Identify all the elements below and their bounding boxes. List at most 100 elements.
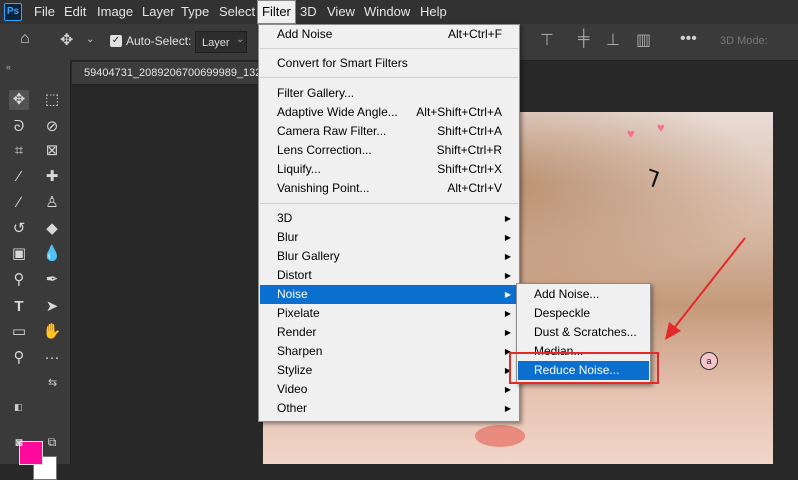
menu-item-sharpen[interactable]: Sharpen ▶: [260, 342, 518, 361]
quick-select-tool-icon[interactable]: ⊘: [42, 117, 62, 137]
shortcut-label: Shift+Ctrl+R: [436, 143, 502, 157]
distribute-icon[interactable]: ▥: [636, 30, 651, 50]
submenu-arrow-icon: ▶: [504, 404, 511, 413]
auto-select-label: Auto-Select:: [126, 34, 192, 48]
menu-window[interactable]: Window: [360, 0, 414, 24]
menu-item-stylize[interactable]: Stylize ▶: [260, 361, 518, 380]
submenu-arrow-icon: ▶: [504, 309, 511, 318]
swap-colors-icon[interactable]: ⇆: [48, 376, 57, 389]
lasso-tool-icon[interactable]: ᘐ: [9, 117, 29, 137]
align-middle-icon[interactable]: ╪: [578, 30, 589, 48]
shortcut-label: Alt+Ctrl+V: [447, 181, 502, 195]
screen-mode-icon[interactable]: ⧉: [42, 432, 62, 452]
menu-item-label: Liquify...: [277, 162, 321, 176]
submenu-arrow-icon: ▶: [504, 252, 511, 261]
submenu-arrow-icon: ▶: [504, 328, 511, 337]
menu-item-3d[interactable]: 3D ▶: [260, 209, 518, 228]
menu-item-label: Dust & Scratches...: [534, 325, 637, 339]
submenu-arrow-icon: ▶: [504, 290, 511, 299]
pen-tool-icon[interactable]: ✒: [42, 270, 62, 290]
auto-select-checkbox[interactable]: ✓: [110, 35, 122, 47]
annotation-arrow-icon: [665, 237, 746, 340]
menu-item-lens-correction[interactable]: Lens Correction... Shift+Ctrl+R: [260, 141, 518, 160]
menu-file[interactable]: File: [30, 0, 59, 24]
menu-item-liquify[interactable]: Liquify... Shift+Ctrl+X: [260, 160, 518, 179]
zoom-tool-icon[interactable]: ⚲: [9, 348, 29, 368]
type-tool-icon[interactable]: T: [9, 297, 29, 317]
gradient-tool-icon[interactable]: ▣: [9, 244, 29, 264]
menu-item-pixelate[interactable]: Pixelate ▶: [260, 304, 518, 323]
menu-select[interactable]: Select: [215, 0, 259, 24]
collapse-panel-icon[interactable]: «: [6, 62, 11, 72]
align-bottom-icon[interactable]: ⊥: [606, 30, 620, 50]
menu-image[interactable]: Image: [93, 0, 137, 24]
history-brush-tool-icon[interactable]: ↺: [9, 219, 29, 239]
menu-item-blur[interactable]: Blur ▶: [260, 228, 518, 247]
menu-item-despeckle[interactable]: Despeckle: [518, 304, 649, 323]
menu-item-vanishing-point[interactable]: Vanishing Point... Alt+Ctrl+V: [260, 179, 518, 198]
shortcut-label: Alt+Ctrl+F: [447, 27, 502, 41]
tools-panel: « ✥ ⬚ ᘐ ⊘ ⌗ ⊠ ⁄ ✚ ∕ ♙ ↺ ◆ ▣ 💧 ⚲ ✒ T ➤ ▭ …: [0, 60, 71, 480]
menu-item-label: Render: [277, 325, 317, 339]
menu-item-label: Convert for Smart Filters: [277, 56, 408, 70]
path-selection-tool-icon[interactable]: ➤: [42, 297, 62, 317]
menu-item-adaptive-wide-angle[interactable]: Adaptive Wide Angle... Alt+Shift+Ctrl+A: [260, 103, 518, 122]
healing-brush-tool-icon[interactable]: ✚: [42, 167, 62, 187]
menu-item-camera-raw-filter[interactable]: Camera Raw Filter... Shift+Ctrl+A: [260, 122, 518, 141]
dodge-tool-icon[interactable]: ⚲: [9, 270, 29, 290]
menu-help[interactable]: Help: [416, 0, 451, 24]
menu-item-label: Add Noise: [277, 27, 333, 41]
chevron-down-icon[interactable]: ⌄: [86, 34, 94, 45]
annotation-highlight-box: [509, 352, 659, 384]
default-colors-icon[interactable]: ◧: [14, 402, 23, 413]
rectangle-tool-icon[interactable]: ▭: [9, 322, 29, 342]
menu-3d[interactable]: 3D: [296, 0, 321, 24]
menu-layer[interactable]: Layer: [138, 0, 179, 24]
home-icon[interactable]: ⌂: [20, 30, 30, 48]
3d-mode-label: 3D Mode:: [720, 35, 768, 47]
menu-item-dust-scratches[interactable]: Dust & Scratches...: [518, 323, 649, 342]
menu-separator: [260, 77, 518, 78]
more-options-icon[interactable]: •••: [680, 30, 697, 48]
menu-view[interactable]: View: [323, 0, 359, 24]
menu-item-convert-smart-filters[interactable]: Convert for Smart Filters: [260, 54, 518, 73]
marquee-tool-icon[interactable]: ⬚: [42, 90, 62, 110]
menu-item-video[interactable]: Video ▶: [260, 380, 518, 399]
menu-item-label: Other: [277, 401, 308, 415]
move-tool-icon[interactable]: ✥: [60, 30, 73, 50]
more-tools-icon[interactable]: ···: [42, 348, 62, 368]
filter-menu: Add Noise Alt+Ctrl+F Convert for Smart F…: [258, 24, 520, 422]
menu-item-noise[interactable]: Noise ▶: [260, 285, 518, 304]
menu-item-other[interactable]: Other ▶: [260, 399, 518, 418]
eyedropper-tool-icon[interactable]: ⁄: [9, 167, 29, 187]
menu-item-label: Filter Gallery...: [277, 86, 355, 100]
clone-stamp-tool-icon[interactable]: ♙: [42, 193, 62, 213]
menu-filter[interactable]: Filter: [257, 0, 296, 24]
menu-item-last-filter[interactable]: Add Noise Alt+Ctrl+F: [260, 25, 518, 44]
move-tool-icon[interactable]: ✥: [9, 90, 29, 110]
menu-item-label: Vanishing Point...: [277, 181, 370, 195]
align-top-icon[interactable]: ⊤: [540, 30, 554, 50]
menu-item-render[interactable]: Render ▶: [260, 323, 518, 342]
crop-tool-icon[interactable]: ⌗: [9, 141, 29, 161]
menu-item-distort[interactable]: Distort ▶: [260, 266, 518, 285]
menu-item-add-noise[interactable]: Add Noise...: [518, 285, 649, 304]
hand-tool-icon[interactable]: ✋: [42, 322, 62, 342]
frame-tool-icon[interactable]: ⊠: [42, 141, 62, 161]
menu-item-label: Add Noise...: [534, 287, 600, 301]
menu-item-label: Blur Gallery: [277, 249, 340, 263]
menu-item-label: Video: [277, 382, 308, 396]
menu-item-blur-gallery[interactable]: Blur Gallery ▶: [260, 247, 518, 266]
menu-item-filter-gallery[interactable]: Filter Gallery...: [260, 84, 518, 103]
document-title: 59404731_2089206700699989_132: [84, 67, 262, 79]
menu-type[interactable]: Type: [177, 0, 213, 24]
menu-edit[interactable]: Edit: [60, 0, 90, 24]
eraser-tool-icon[interactable]: ◆: [42, 219, 62, 239]
menu-separator: [260, 48, 518, 49]
submenu-arrow-icon: ▶: [504, 271, 511, 280]
chevron-down-icon[interactable]: ⌄: [236, 34, 244, 45]
brush-tool-icon[interactable]: ∕: [9, 193, 29, 213]
blur-tool-icon[interactable]: 💧: [42, 244, 62, 264]
submenu-arrow-icon: ▶: [504, 214, 511, 223]
quick-mask-icon[interactable]: ◙: [9, 432, 29, 452]
